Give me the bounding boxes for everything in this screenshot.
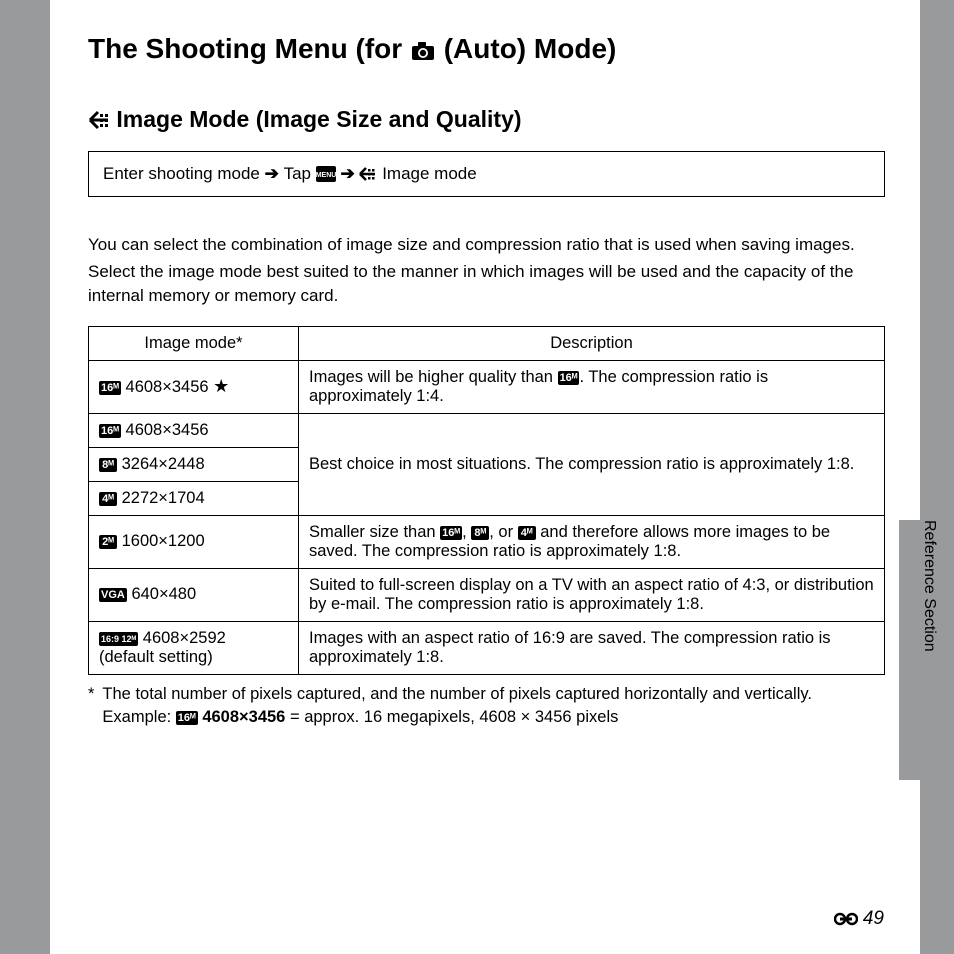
desc-cell: Smaller size than 16ᴹ, 8ᴹ, or 4ᴹ and the… xyxy=(299,515,885,568)
size-badge-icon: 16ᴹ xyxy=(558,371,580,385)
subsection-heading: Image Mode (Image Size and Quality) xyxy=(88,106,885,133)
size-badge-icon: 4ᴹ xyxy=(518,526,536,540)
mode-size: 3264×2448 xyxy=(122,455,205,473)
footnote: * The total number of pixels captured, a… xyxy=(88,683,885,729)
size-badge-icon: VGA xyxy=(99,588,127,602)
table-row: 16:9 12ᴹ 4608×2592 (default setting) Ima… xyxy=(89,621,885,674)
image-mode-icon xyxy=(88,106,116,132)
col-description: Description xyxy=(299,326,885,360)
footnote-mark: * xyxy=(88,683,94,729)
mode-cell: 2ᴹ 1600×1200 xyxy=(89,515,299,568)
desc-cell: Images with an aspect ratio of 16:9 are … xyxy=(299,621,885,674)
breadcrumb-step-1: Enter shooting mode xyxy=(103,164,260,183)
page-title: The Shooting Menu (for (Auto) Mode) xyxy=(88,28,885,78)
size-badge-icon: 8ᴹ xyxy=(471,526,489,540)
mode-size: 4608×2592 xyxy=(143,629,226,647)
table-row: 2ᴹ 1600×1200 Smaller size than 16ᴹ, 8ᴹ, … xyxy=(89,515,885,568)
col-image-mode: Image mode* xyxy=(89,326,299,360)
default-setting-label: (default setting) xyxy=(99,648,213,666)
mode-size: 1600×1200 xyxy=(122,532,205,550)
menu-icon: MENU xyxy=(316,164,341,183)
size-badge-icon: 2ᴹ xyxy=(99,535,117,549)
table-row: VGA 640×480 Suited to full-screen displa… xyxy=(89,568,885,621)
desc-cell: Suited to full-screen display on a TV wi… xyxy=(299,568,885,621)
mode-cell: 8ᴹ 3264×2448 xyxy=(89,447,299,481)
mode-cell: 16:9 12ᴹ 4608×2592 (default setting) xyxy=(89,621,299,674)
breadcrumb-step-2: Tap xyxy=(284,164,311,183)
mode-cell: VGA 640×480 xyxy=(89,568,299,621)
breadcrumb-box: Enter shooting mode ➔ Tap MENU ➔ Image m… xyxy=(88,151,885,197)
star-icon: ★ xyxy=(213,376,229,396)
arrow-icon: ➔ xyxy=(340,164,359,183)
size-badge-icon: 16ᴹ xyxy=(99,424,121,438)
intro-p2: Select the image mode best suited to the… xyxy=(88,260,885,308)
title-post: (Auto) Mode) xyxy=(444,33,617,64)
mode-size: 4608×3456 xyxy=(126,421,209,439)
image-mode-table: Image mode* Description 16ᴹ 4608×3456 ★ … xyxy=(88,326,885,675)
intro-p1: You can select the combination of image … xyxy=(88,233,885,257)
size-badge-icon: 4ᴹ xyxy=(99,492,117,506)
table-row: 16ᴹ 4608×3456 Best choice in most situat… xyxy=(89,413,885,447)
svg-text:MENU: MENU xyxy=(316,172,336,179)
desc-cell: Images will be higher quality than 16ᴹ. … xyxy=(299,360,885,413)
size-badge-icon: 8ᴹ xyxy=(99,458,117,472)
footnote-bold: 4608×3456 xyxy=(202,708,285,726)
desc-cell: Best choice in most situations. The comp… xyxy=(299,413,885,515)
mode-cell: 16ᴹ 4608×3456 xyxy=(89,413,299,447)
table-row: 16ᴹ 4608×3456 ★ Images will be higher qu… xyxy=(89,360,885,413)
title-pre: The Shooting Menu (for xyxy=(88,33,410,64)
intro-text: You can select the combination of image … xyxy=(88,233,885,308)
camera-icon xyxy=(410,33,444,64)
mode-cell: 4ᴹ 2272×1704 xyxy=(89,481,299,515)
arrow-icon: ➔ xyxy=(265,164,284,183)
footnote-body: The total number of pixels captured, and… xyxy=(102,683,812,729)
mode-size: 640×480 xyxy=(131,585,196,603)
size-badge-icon: 16ᴹ xyxy=(99,381,121,395)
table-header-row: Image mode* Description xyxy=(89,326,885,360)
page: The Shooting Menu (for (Auto) Mode) Imag… xyxy=(50,0,920,954)
breadcrumb-step-3: Image mode xyxy=(382,164,477,183)
side-section-label: Reference Section xyxy=(920,520,938,652)
image-mode-icon xyxy=(359,164,382,183)
reference-link-icon xyxy=(834,908,863,929)
size-badge-icon: 16:9 12ᴹ xyxy=(99,632,138,646)
mode-size: 4608×3456 xyxy=(126,378,209,396)
page-number: 49 xyxy=(834,908,884,930)
mode-cell: 16ᴹ 4608×3456 ★ xyxy=(89,360,299,413)
subsection-title: Image Mode (Image Size and Quality) xyxy=(116,106,521,132)
size-badge-icon: 16ᴹ xyxy=(440,526,462,540)
mode-size: 2272×1704 xyxy=(122,489,205,507)
size-badge-icon: 16ᴹ xyxy=(176,711,198,725)
